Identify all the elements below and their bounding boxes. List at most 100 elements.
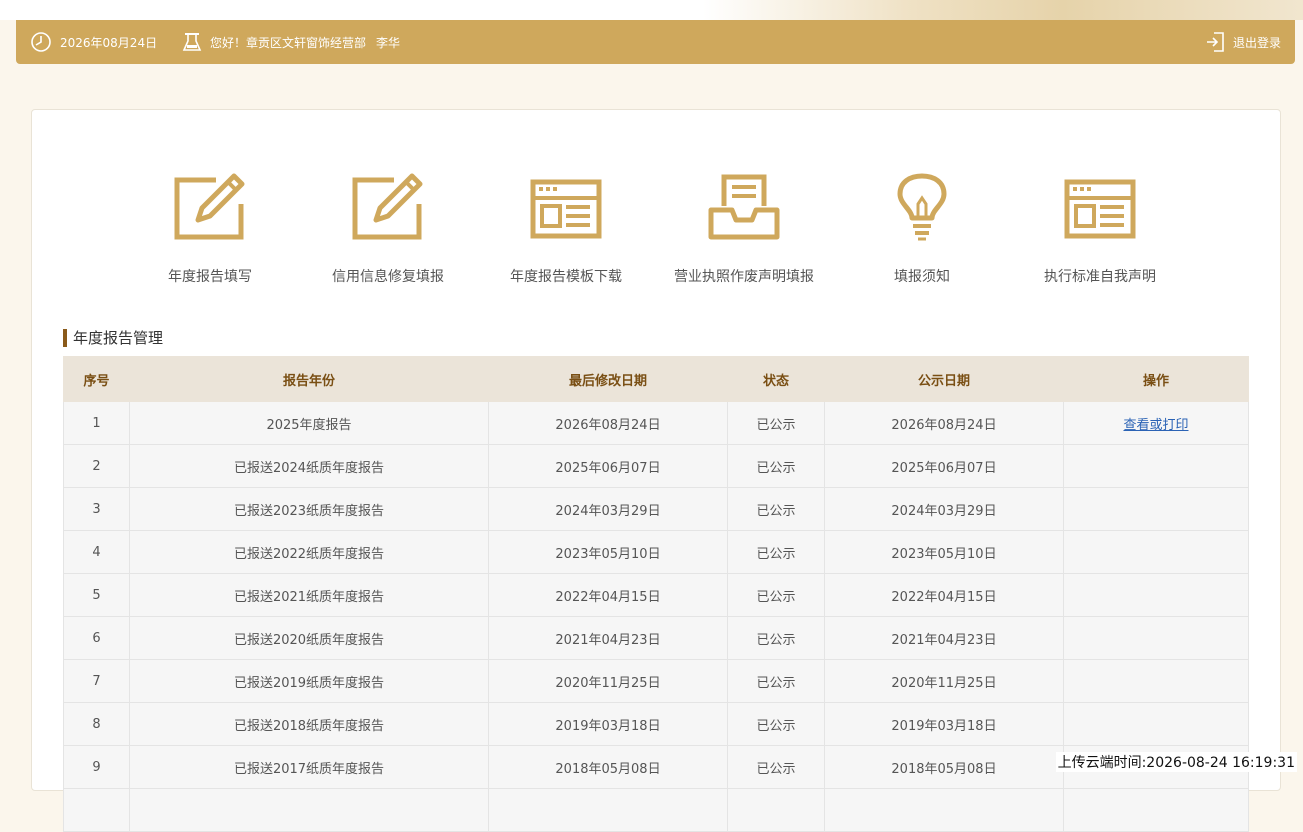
cell-report-year: 2025年度报告 <box>129 401 489 445</box>
top-strip <box>0 0 1303 20</box>
feature-credit-repair[interactable]: 信用信息修复填报 <box>299 172 477 286</box>
column-header: 公示日期 <box>824 356 1064 402</box>
cell-modified-date: 2023年05月10日 <box>488 530 728 574</box>
feature-filing-notice[interactable]: 填报须知 <box>833 172 1011 286</box>
cell-index: 1 <box>63 401 130 445</box>
cell-status: 已公示 <box>727 659 825 703</box>
section-title: 年度报告管理 <box>63 329 163 347</box>
cell-modified-date: 2026年08月24日 <box>488 401 728 445</box>
logout-icon <box>1205 31 1225 53</box>
cell-modified-date: 2021年04月23日 <box>488 616 728 660</box>
feature-bar: 年度报告填写 信用信息修复填报 年度报告模板下载 营业执照作废声明填报 填报须知… <box>32 110 1280 300</box>
cell-report-year: 已报送2021纸质年度报告 <box>129 573 489 617</box>
cell-report-year: 已报送2018纸质年度报告 <box>129 702 489 746</box>
cell-index: 6 <box>63 616 130 660</box>
column-header: 最后修改日期 <box>488 356 728 402</box>
cell-index: 9 <box>63 745 130 789</box>
cell-report-year: 已报送2023纸质年度报告 <box>129 487 489 531</box>
table-row: 8 已报送2018纸质年度报告 2019年03月18日 已公示 2019年03月… <box>63 702 1249 746</box>
table-row: 2 已报送2024纸质年度报告 2025年06月07日 已公示 2025年06月… <box>63 444 1249 488</box>
feature-license-void[interactable]: 营业执照作废声明填报 <box>655 172 833 286</box>
cell-action: 查看或打印 <box>1063 401 1249 445</box>
cell-action <box>1063 530 1249 574</box>
cell-publish-date: 2024年03月29日 <box>824 487 1064 531</box>
table-row: 3 已报送2023纸质年度报告 2024年03月29日 已公示 2024年03月… <box>63 487 1249 531</box>
table-row: 5 已报送2021纸质年度报告 2022年04月15日 已公示 2022年04月… <box>63 573 1249 617</box>
cell-status: 已公示 <box>727 487 825 531</box>
cell-report-year: 已报送2020纸质年度报告 <box>129 616 489 660</box>
column-header: 序号 <box>63 356 130 402</box>
cell-modified-date: 2022年04月15日 <box>488 573 728 617</box>
cell-publish-date: 2019年03月18日 <box>824 702 1064 746</box>
feature-label: 执行标准自我声明 <box>1044 269 1156 285</box>
cell-index: 5 <box>63 573 130 617</box>
cell-action <box>1063 487 1249 531</box>
greeting-text: 您好！章贡区文轩窗饰经营部 <box>210 35 367 50</box>
view-print-link[interactable]: 查看或打印 <box>1123 418 1188 433</box>
feature-label: 年度报告模板下载 <box>510 269 622 285</box>
cell-status: 已公示 <box>727 573 825 617</box>
cell-action <box>1063 659 1249 703</box>
logout-button[interactable]: 退出登录 <box>1205 20 1281 64</box>
top-decoration <box>703 0 1303 20</box>
cell-action <box>1063 444 1249 488</box>
upload-timestamp: 上传云端时间:2026-08-24 16:19:31 <box>1055 752 1297 772</box>
cell-status: 已公示 <box>727 530 825 574</box>
feature-label: 营业执照作废声明填报 <box>674 269 814 285</box>
cell-index: 8 <box>63 702 130 746</box>
cell-publish-date: 2026年08月24日 <box>824 401 1064 445</box>
clock-icon <box>30 31 52 53</box>
cell-action <box>1063 702 1249 746</box>
edit-form-icon <box>299 172 477 250</box>
user-badge-icon <box>182 31 202 53</box>
cell-publish-date: 2021年04月23日 <box>824 616 1064 660</box>
edit-form-icon <box>121 172 299 250</box>
cell-index: 4 <box>63 530 130 574</box>
template-window-icon <box>1011 172 1189 250</box>
cell-modified-date: 2025年06月07日 <box>488 444 728 488</box>
feature-label: 填报须知 <box>894 269 950 285</box>
cell-publish-date: 2023年05月10日 <box>824 530 1064 574</box>
feature-standard-declaration[interactable]: 执行标准自我声明 <box>1011 172 1189 286</box>
cell-status: 已公示 <box>727 444 825 488</box>
user-name: 李华 <box>376 35 401 50</box>
cell-status: 已公示 <box>727 745 825 789</box>
top-bar: 2026年08月24日 您好！章贡区文轩窗饰经营部 李华 退出登录 <box>16 20 1295 64</box>
table-row: 7 已报送2019纸质年度报告 2020年11月25日 已公示 2020年11月… <box>63 659 1249 703</box>
table-header-row: 序号 报告年份 最后修改日期 状态 公示日期 操作 <box>63 356 1249 402</box>
table-row: 1 2025年度报告 2026年08月24日 已公示 2026年08月24日 查… <box>63 401 1249 445</box>
table-row: 6 已报送2020纸质年度报告 2021年04月23日 已公示 2021年04月… <box>63 616 1249 660</box>
cell-publish-date: 2018年05月08日 <box>824 745 1064 789</box>
cell-publish-date: 2025年06月07日 <box>824 444 1064 488</box>
cell-status: 已公示 <box>727 616 825 660</box>
column-header: 报告年份 <box>129 356 489 402</box>
cell-index: 2 <box>63 444 130 488</box>
cell-modified-date: 2020年11月25日 <box>488 659 728 703</box>
feature-label: 信用信息修复填报 <box>332 269 444 285</box>
date-display: 2026年08月24日 <box>30 20 157 64</box>
cell-report-year: 已报送2024纸质年度报告 <box>129 444 489 488</box>
main-panel: 年度报告填写 信用信息修复填报 年度报告模板下载 营业执照作废声明填报 填报须知… <box>31 109 1281 832</box>
cell-publish-date: 2020年11月25日 <box>824 659 1064 703</box>
cell-status: 已公示 <box>727 702 825 746</box>
cell-index: 7 <box>63 659 130 703</box>
feature-template-download[interactable]: 年度报告模板下载 <box>477 172 655 286</box>
table-row <box>63 788 1249 832</box>
cell-report-year: 已报送2019纸质年度报告 <box>129 659 489 703</box>
date-text: 2026年08月24日 <box>60 35 158 50</box>
cell-status: 已公示 <box>727 401 825 445</box>
cell-report-year: 已报送2017纸质年度报告 <box>129 745 489 789</box>
cell-action <box>1063 573 1249 617</box>
cell-modified-date: 2018年05月08日 <box>488 745 728 789</box>
cell-index: 3 <box>63 487 130 531</box>
feature-label: 年度报告填写 <box>168 269 252 285</box>
greeting: 您好！章贡区文轩窗饰经营部 李华 <box>182 20 400 64</box>
lightbulb-icon <box>833 172 1011 250</box>
logout-label: 退出登录 <box>1232 35 1281 50</box>
column-header: 状态 <box>727 356 825 402</box>
feature-annual-report-fill[interactable]: 年度报告填写 <box>121 172 299 286</box>
cell-modified-date: 2019年03月18日 <box>488 702 728 746</box>
table-row: 4 已报送2022纸质年度报告 2023年05月10日 已公示 2023年05月… <box>63 530 1249 574</box>
inbox-document-icon <box>655 172 833 250</box>
cell-modified-date: 2024年03月29日 <box>488 487 728 531</box>
